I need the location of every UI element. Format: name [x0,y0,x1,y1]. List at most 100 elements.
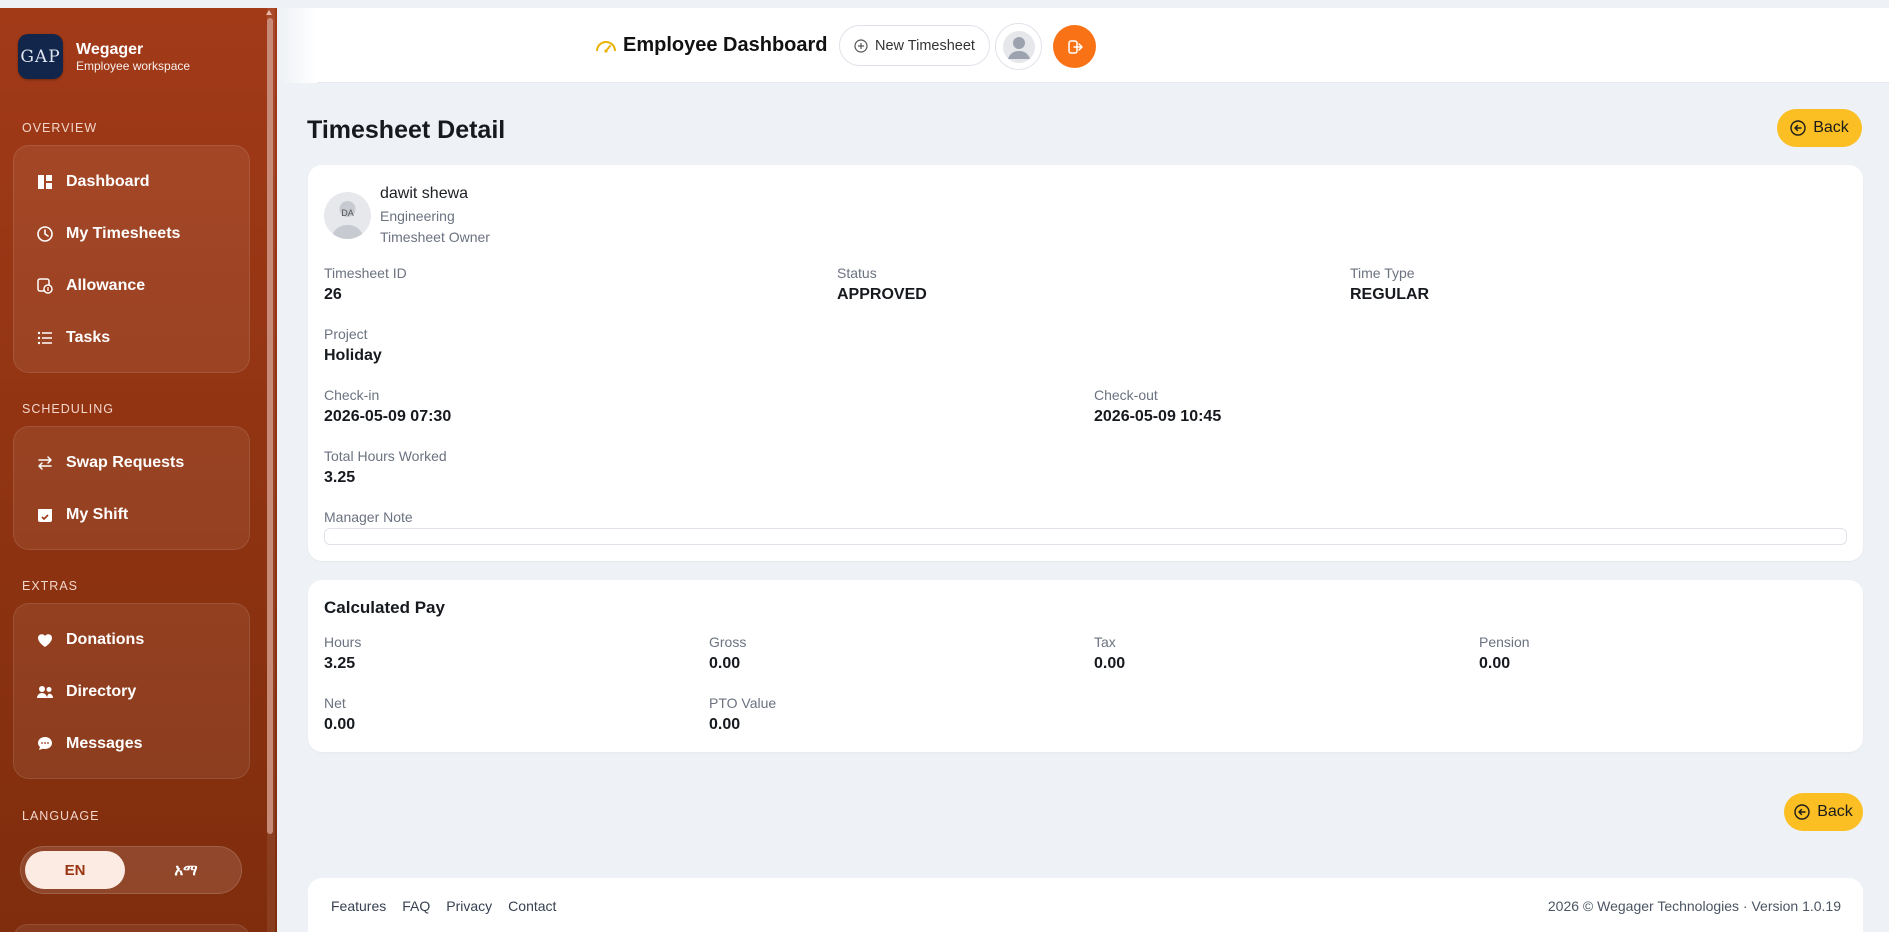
owner-name: dawit shewa [380,185,469,202]
language-option-en[interactable]: EN [25,851,125,889]
field-value: 0.00 [1094,655,1126,672]
chat-icon [38,737,52,750]
clock-icon [37,226,53,242]
field-value: 2026-05-09 07:30 [324,408,452,425]
pay-net: Net 0.00 [324,694,355,736]
field-label: Check-out [1094,387,1158,403]
sidebar-item-label: Swap Requests [66,454,185,471]
field-manager-note: Manager Note [324,508,413,526]
footer-copyright: 2026 © Wegager Technologies · Version 1.… [1547,898,1841,914]
heart-icon [38,634,52,647]
field-value: 3.25 [324,469,356,486]
pay-pto-value: PTO Value 0.00 [709,694,776,736]
sidebar-item-tasks[interactable]: Tasks [14,312,249,364]
language-option-am[interactable]: አማ [136,851,236,889]
footer-link-faq[interactable]: FAQ [402,898,430,914]
sidebar-item-label: Dashboard [66,173,150,190]
gauge-icon [596,40,616,53]
dashboard-icon [38,175,52,189]
pay-tax: Tax 0.00 [1094,633,1125,675]
nav-group-scheduling: Swap Requests My Shift [13,426,250,550]
field-value: 0.00 [1479,655,1511,672]
footer-link-privacy[interactable]: Privacy [446,898,492,914]
sidebar-item-my-shift[interactable]: My Shift [14,489,249,541]
sidebar-item-allowance[interactable]: Allowance [14,260,249,312]
new-timesheet-label: New Timesheet [875,37,975,54]
sidebar-item-donations[interactable]: Donations [14,614,249,666]
user-avatar-button[interactable] [995,23,1042,70]
pay-pension: Pension 0.00 [1479,633,1530,675]
brand-subtitle: Employee workspace [76,58,191,73]
sidebar-item-label: Messages [66,735,143,752]
field-label: Gross [709,634,747,650]
section-label-language: LANGUAGE [22,809,100,823]
field-label: Net [324,695,346,711]
top-strip [0,0,1889,8]
sidebar-item-label: Tasks [66,329,111,346]
language-switch: EN አማ [20,846,242,894]
field-value: Holiday [324,347,382,364]
field-label: Tax [1094,634,1116,650]
field-check-in: Check-in 2026-05-09 07:30 [324,386,451,428]
footer-link-features[interactable]: Features [331,898,386,914]
sidebar-item-label: My Timesheets [66,225,181,242]
sidebar-item-directory[interactable]: Directory [14,666,249,718]
sidebar-item-label: Allowance [66,277,146,294]
field-label: PTO Value [709,695,777,711]
calendar-icon [38,509,52,522]
scrollbar-thumb[interactable] [267,18,273,834]
section-label-overview: OVERVIEW [22,121,98,135]
section-label-scheduling: SCHEDULING [22,402,114,416]
header-title: Employee Dashboard [595,34,828,57]
field-total-hours: Total Hours Worked 3.25 [324,447,447,489]
logout-icon [1067,39,1083,54]
avatar-icon [1002,30,1035,63]
field-label: Timesheet ID [324,265,407,281]
nav-group-overview: Dashboard My Timesheets Allowance Tasks [13,145,250,373]
owner-department: Engineering [380,208,455,224]
field-time-type: Time Type REGULAR [1350,264,1429,306]
sidebar-scrollbar[interactable] [266,8,275,932]
sidebar-item-my-timesheets[interactable]: My Timesheets [14,208,249,260]
topbar: Employee Dashboard New Timesheet [277,8,1889,83]
field-value: 0.00 [709,655,741,672]
back-button-top[interactable]: Back [1777,109,1862,147]
nav-group-more [13,924,250,932]
scroll-up-arrow-icon[interactable] [266,10,272,15]
timesheet-detail-card: DA dawit shewa Engineering Timesheet Own… [308,165,1863,561]
field-label: Check-in [324,387,380,403]
sidebar-item-messages[interactable]: Messages [14,718,249,770]
field-label: Time Type [1350,265,1415,281]
back-button-bottom[interactable]: Back [1784,793,1863,831]
logout-button[interactable] [1053,25,1096,68]
section-label-extras: EXTRAS [22,579,79,593]
nav-group-extras: Donations Directory Messages [13,603,250,779]
header-title-text: Employee Dashboard [623,34,828,56]
field-value: 26 [324,286,342,303]
brand[interactable]: GAP Wegager Employee workspace [18,34,190,79]
field-label: Hours [324,634,362,650]
back-label: Back [1813,119,1849,136]
page-title: Timesheet Detail [307,116,506,144]
owner-role: Timesheet Owner [380,229,490,245]
pay-hours: Hours 3.25 [324,633,361,675]
field-value: APPROVED [837,286,927,303]
footer-link-contact[interactable]: Contact [508,898,556,914]
allowance-icon [37,278,53,294]
back-arrow-icon [1790,120,1806,136]
manager-note-box [324,528,1847,545]
owner-initials: DA [341,208,354,218]
sidebar-item-swap-requests[interactable]: Swap Requests [14,437,249,489]
swap-icon [38,456,52,470]
sidebar-item-label: Donations [66,631,145,648]
field-status: Status APPROVED [837,264,927,306]
list-icon [37,331,52,345]
field-value: 0.00 [709,716,741,733]
field-label: Manager Note [324,509,413,525]
new-timesheet-button[interactable]: New Timesheet [839,25,990,66]
sidebar-item-dashboard[interactable]: Dashboard [14,156,249,208]
footer: Features FAQ Privacy Contact 2026 © Wega… [308,878,1863,932]
field-timesheet-id: Timesheet ID 26 [324,264,407,306]
pay-title: Calculated Pay [324,598,445,617]
back-arrow-icon [1794,804,1810,820]
